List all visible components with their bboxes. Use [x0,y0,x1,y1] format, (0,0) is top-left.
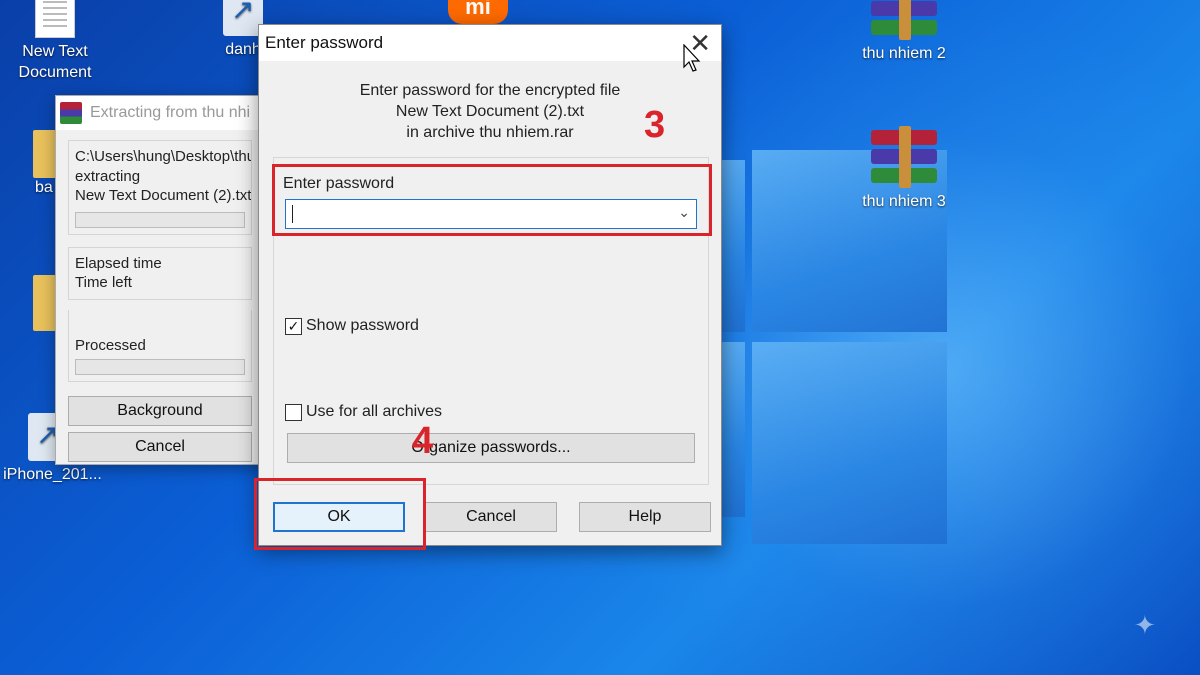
desktop-icon-label: New Text Document [18,43,92,81]
shortcut-icon [223,0,263,36]
sparkle-icon: ✦ [1134,610,1156,640]
desktop-icon-new-text-document[interactable]: New Text Document [0,0,110,84]
timeleft-label: Time left [75,274,132,291]
winrar-icon [60,102,82,124]
extracting-title: Extracting from thu nhi [90,104,251,121]
use-all-archives-checkbox-row[interactable]: Use for all archives [285,403,442,421]
extracting-window: Extracting from thu nhi C:\Users\hung\De… [55,95,265,465]
file-progress-bar [75,211,245,228]
extract-status: extracting [75,167,141,185]
dialog-title: Enter password [265,33,384,52]
use-all-archives-label: Use for all archives [306,403,443,420]
extract-file: New Text Document (2).txt [75,187,252,204]
organize-passwords-button[interactable]: Organize passwords... [287,433,695,463]
show-password-label: Show password [306,317,419,334]
winrar-archive-icon [871,126,937,188]
text-document-icon [35,0,75,38]
info-line-1: Enter password for the encrypted file [359,82,621,99]
enter-password-dialog: Enter password ✕ Enter password for the … [258,24,722,546]
help-button[interactable]: Help [579,502,711,532]
annotation-step-3: 3 [644,104,666,146]
extract-file-group: C:\Users\hung\Desktop\thu extracting New… [68,140,252,235]
desktop-icon-label: thu nhiem 2 [862,45,946,62]
total-progress-bar [75,359,245,375]
extract-processed-group: Processed [68,309,252,382]
desktop-icon-thu-nhiem-2[interactable]: thu nhiem 2 [849,0,959,65]
cancel-button[interactable]: Cancel [425,502,557,532]
extract-time-group: Elapsed time Time left [68,246,252,300]
desktop-icon-label: thu nhiem 3 [862,193,946,210]
annotation-box-step-3 [272,164,712,236]
background-button[interactable]: Background [68,396,252,426]
mouse-cursor-icon [683,44,701,72]
show-password-checkbox-row[interactable]: ✓ Show password [285,317,419,335]
dialog-titlebar[interactable]: Enter password ✕ [259,25,721,61]
extracting-titlebar[interactable]: Extracting from thu nhi [56,96,264,130]
annotation-step-4: 4 [412,420,434,462]
use-all-archives-checkbox[interactable] [285,403,302,421]
desktop-icon-thu-nhiem-3[interactable]: thu nhiem 3 [849,126,959,213]
annotation-box-step-4 [254,478,426,550]
extract-path: C:\Users\hung\Desktop\thu [75,148,252,165]
show-password-checkbox[interactable]: ✓ [285,317,302,335]
processed-label: Processed [75,336,146,354]
winrar-archive-icon [871,0,937,40]
cancel-button[interactable]: Cancel [68,432,252,462]
elapsed-label: Elapsed time [75,254,162,272]
mi-logo-icon: mi [448,0,508,24]
desktop-icon-label: iPhone_201... [3,466,102,483]
